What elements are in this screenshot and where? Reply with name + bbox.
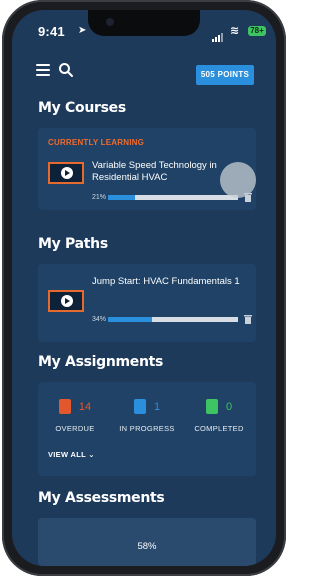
completed-count: 0 — [225, 400, 233, 413]
play-icon — [61, 295, 73, 307]
assignments-card: 14 OVERDUE 1 IN PROGRESS 0 COMPLETED VIE… — [38, 382, 256, 476]
assessment-progress-text: 58% — [137, 541, 157, 552]
view-all-label: VIEW ALL — [48, 450, 86, 459]
completed-stat[interactable]: 0 COMPLETED — [184, 398, 254, 433]
menu-icon[interactable] — [36, 64, 50, 76]
course-progress-fill — [108, 195, 136, 200]
course-thumbnail[interactable] — [48, 162, 84, 184]
signal-icon — [212, 27, 224, 42]
clipboard-check-icon — [205, 399, 218, 415]
chevron-down-icon: ⌄ — [88, 450, 95, 459]
my-assessments-heading: My Assessments — [38, 490, 165, 506]
location-arrow-icon: ➤ — [78, 25, 87, 36]
status-time: 9:41 — [38, 24, 65, 39]
completed-label: COMPLETED — [194, 424, 244, 433]
my-courses-heading: My Courses — [38, 100, 126, 116]
my-assignments-heading: My Assignments — [38, 354, 164, 370]
my-paths-heading: My Paths — [38, 236, 108, 252]
touch-indicator — [220, 162, 256, 198]
in-progress-stat[interactable]: 1 IN PROGRESS — [112, 398, 182, 433]
wifi-icon: ≋ — [230, 25, 240, 37]
path-card[interactable]: Jump Start: HVAC Fundamentals 1 34% — [38, 264, 256, 342]
trash-icon[interactable] — [244, 315, 252, 324]
path-progress-text: 34% — [92, 316, 107, 323]
clipboard-alert-icon — [58, 399, 71, 415]
play-icon — [61, 167, 73, 179]
overdue-count: 14 — [78, 400, 92, 413]
app-screen: 9:41 ➤ ≋ 78+ 505 POINTS My Courses CURRE… — [12, 10, 276, 566]
path-progress-fill — [108, 317, 153, 322]
points-button[interactable]: 505 POINTS — [196, 65, 254, 85]
path-thumbnail[interactable] — [48, 290, 84, 312]
currently-learning-label: CURRENTLY LEARNING — [48, 138, 145, 147]
overdue-stat[interactable]: 14 OVERDUE — [40, 398, 110, 433]
assessments-card[interactable]: 58% — [38, 518, 256, 566]
search-icon[interactable] — [58, 62, 74, 78]
path-title[interactable]: Jump Start: HVAC Fundamentals 1 — [92, 276, 242, 288]
in-progress-count: 1 — [153, 400, 161, 413]
notch — [88, 10, 200, 36]
path-progress-bar — [108, 317, 238, 322]
course-progress-text: 21% — [92, 194, 107, 201]
top-bar: 505 POINTS — [12, 54, 276, 88]
overdue-label: OVERDUE — [55, 424, 95, 433]
clipboard-list-icon — [133, 399, 146, 415]
in-progress-label: IN PROGRESS — [119, 424, 175, 433]
camera-icon — [106, 18, 114, 26]
battery-icon: 78+ — [248, 26, 266, 36]
view-all-button[interactable]: VIEW ALL ⌄ — [48, 450, 95, 459]
course-progress-bar — [108, 195, 238, 200]
phone-frame: 9:41 ➤ ≋ 78+ 505 POINTS My Courses CURRE… — [2, 0, 286, 576]
